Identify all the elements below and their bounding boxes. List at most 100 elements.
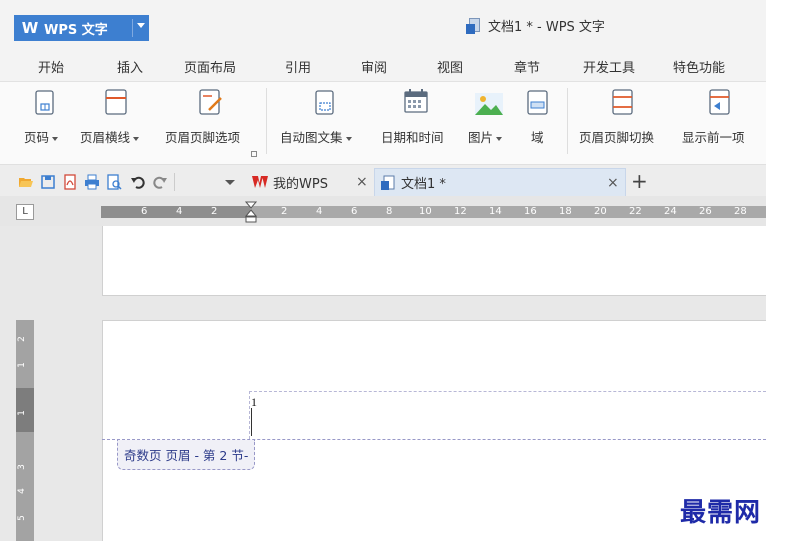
app-menu-dropdown-icon[interactable]: [137, 23, 145, 28]
app-menu-button[interactable]: W WPS 文字: [14, 15, 149, 41]
header-line-dropdown-icon[interactable]: [133, 136, 140, 141]
ruler-tick: 6: [141, 206, 148, 217]
undo-icon[interactable]: [130, 174, 146, 190]
indent-marker-icon[interactable]: [245, 201, 257, 223]
header-footer-options-icon: [199, 89, 222, 115]
ruler-tick: 16: [524, 206, 537, 217]
ruler-tick: 2: [16, 336, 27, 342]
header-footer-switch-label: 页眉页脚切换: [579, 130, 655, 145]
show-previous-label: 显示前一项: [682, 130, 745, 145]
app-button-divider: [132, 19, 133, 37]
menu-home[interactable]: 开始: [38, 57, 64, 76]
header-line-icon: [105, 89, 127, 115]
picture-label: 图片: [468, 130, 494, 145]
ruler-tick: 5: [16, 515, 27, 521]
dialog-launcher-icon[interactable]: [251, 151, 257, 157]
menu-chapter[interactable]: 章节: [514, 57, 540, 76]
menu-developer[interactable]: 开发工具: [583, 57, 635, 76]
close-tab-icon[interactable]: ×: [356, 174, 368, 190]
ruler-tick: 3: [16, 464, 27, 470]
menu-bar: 开始 插入 页面布局 引用 审阅 视图 章节 开发工具 特色功能: [0, 46, 766, 82]
app-name: WPS 文字: [44, 22, 108, 38]
ruler-tick: 2: [211, 206, 218, 217]
ruler-tick: 6: [351, 206, 358, 217]
horizontal-ruler[interactable]: 6 4 2 2 4 6 8 10 12 14 16 18 20 22 24 26…: [101, 206, 766, 218]
menu-references[interactable]: 引用: [285, 57, 311, 76]
window-title-text: 文档1 * - WPS 文字: [488, 20, 605, 35]
wps-logo-icon: W: [21, 19, 39, 37]
show-previous-icon: [709, 89, 730, 115]
header-line-button[interactable]: 页眉横线: [80, 82, 152, 164]
date-time-label: 日期和时间: [381, 130, 444, 145]
title-bar: W WPS 文字 文档1 * - WPS 文字: [0, 0, 766, 46]
auto-text-icon: [315, 90, 334, 115]
menu-insert[interactable]: 插入: [117, 57, 143, 76]
menu-view[interactable]: 视图: [437, 57, 463, 76]
wps-red-logo-icon: [252, 176, 268, 188]
tab-document[interactable]: 文档1 * ×: [374, 168, 626, 196]
page-number-button[interactable]: 页码: [22, 82, 70, 164]
date-time-button[interactable]: 日期和时间: [380, 82, 456, 164]
ribbon-divider: [567, 88, 568, 154]
auto-text-button[interactable]: 自动图文集: [280, 82, 368, 164]
close-tab-icon[interactable]: ×: [607, 175, 619, 191]
ruler-tick: 8: [386, 206, 393, 217]
field-button[interactable]: 域: [524, 82, 552, 164]
tab-my-wps[interactable]: 我的WPS ×: [246, 168, 374, 196]
field-label: 域: [531, 130, 544, 145]
document-icon: [466, 17, 480, 34]
menu-special-features[interactable]: 特色功能: [673, 57, 725, 76]
document-tab-icon: [381, 175, 395, 190]
ruler-tick: 4: [16, 488, 27, 494]
ruler-tick: 28: [734, 206, 747, 217]
calendar-icon: [404, 89, 428, 113]
open-folder-icon[interactable]: [18, 174, 34, 190]
previous-page[interactable]: [102, 226, 766, 296]
ruler-tick: 2: [281, 206, 288, 217]
header-section-tag: 奇数页 页眉 - 第 2 节-: [117, 440, 256, 470]
ruler-tick: 1: [16, 362, 27, 368]
tab-stop-selector[interactable]: L: [16, 204, 34, 220]
picture-button[interactable]: 图片: [466, 82, 514, 164]
save-icon[interactable]: [40, 174, 56, 190]
ruler-tick: 10: [419, 206, 432, 217]
ruler-tick: 24: [664, 206, 677, 217]
toolbar-divider: [174, 173, 175, 191]
picture-dropdown-icon[interactable]: [496, 136, 503, 141]
ruler-tick: 4: [316, 206, 323, 217]
window-title: 文档1 * - WPS 文字: [466, 16, 605, 35]
ruler-tick: 1: [16, 410, 27, 416]
redo-icon[interactable]: [152, 174, 168, 190]
text-cursor: [251, 408, 252, 436]
header-area[interactable]: [249, 391, 766, 439]
show-previous-button[interactable]: 显示前一项: [680, 82, 760, 164]
export-pdf-icon[interactable]: [62, 174, 78, 190]
page-number-label: 页码: [24, 130, 50, 145]
ruler-tick: 4: [176, 206, 183, 217]
ruler-tick: 14: [489, 206, 502, 217]
auto-text-dropdown-icon[interactable]: [345, 136, 352, 141]
tab-document-label: 文档1 *: [401, 177, 446, 192]
ruler-tick: 12: [454, 206, 467, 217]
watermark-logo: 最需网: [680, 498, 762, 528]
ruler-tick: 22: [629, 206, 642, 217]
new-tab-button[interactable]: +: [631, 169, 648, 193]
header-footer-options-button[interactable]: 页眉页脚选项: [164, 82, 256, 164]
ruler-tick: 20: [594, 206, 607, 217]
quick-access-dropdown-icon[interactable]: [222, 174, 238, 190]
print-icon[interactable]: [84, 174, 100, 190]
menu-page-layout[interactable]: 页面布局: [184, 57, 236, 76]
header-line-label: 页眉横线: [80, 130, 131, 145]
ruler-area: L 6 4 2 2 4 6 8 10 12 14 16 18 20 22 24 …: [0, 196, 766, 226]
page-number-icon: [35, 90, 54, 115]
tab-my-wps-label: 我的WPS: [273, 176, 328, 192]
field-icon: [527, 90, 548, 115]
menu-review[interactable]: 审阅: [361, 57, 387, 76]
header-footer-switch-button[interactable]: 页眉页脚切换: [578, 82, 670, 164]
auto-text-label: 自动图文集: [280, 130, 343, 145]
print-preview-icon[interactable]: [106, 174, 122, 190]
ribbon: 页码 页眉横线 页眉页脚选项 自动图文集 日期和时间 图片 域 页眉页脚切换 显…: [0, 82, 766, 164]
tab-bar: 我的WPS × 文档1 * × +: [0, 164, 766, 196]
page-number-dropdown-icon[interactable]: [52, 136, 59, 141]
vertical-ruler[interactable]: 2 1 1 3 4 5: [16, 320, 34, 541]
